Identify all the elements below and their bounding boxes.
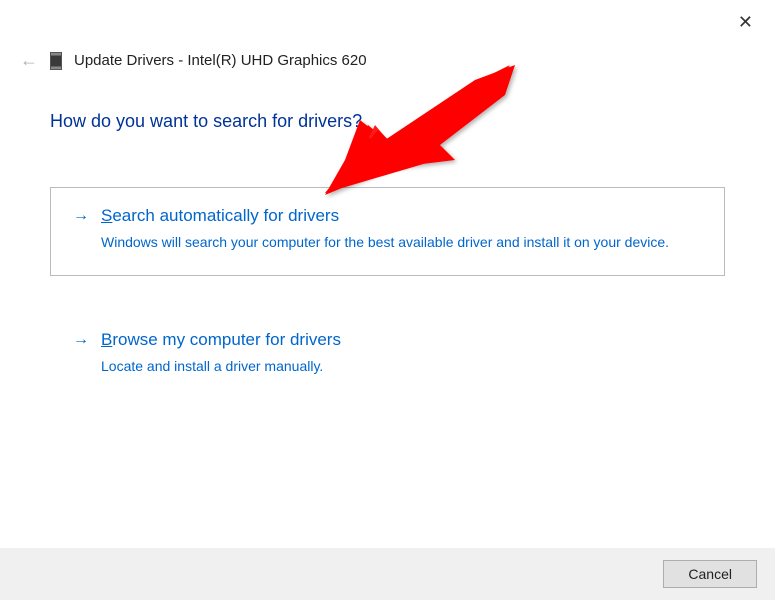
window-title: Update Drivers - Intel(R) UHD Graphics 6…: [74, 52, 367, 69]
footer-bar: Cancel: [0, 548, 775, 600]
option-description: Windows will search your computer for th…: [101, 232, 702, 253]
page-heading: How do you want to search for drivers?: [50, 111, 725, 132]
close-button[interactable]: ✕: [738, 12, 753, 33]
option-description: Locate and install a driver manually.: [101, 356, 702, 377]
arrow-right-icon: →: [73, 331, 89, 349]
window-header: ← Update Drivers - Intel(R) UHD Graphics…: [0, 0, 775, 71]
content-area: How do you want to search for drivers? →…: [0, 71, 775, 400]
arrow-right-icon: →: [73, 207, 89, 225]
option-header: → Search automatically for drivers: [73, 206, 702, 226]
option-header: → Browse my computer for drivers: [73, 330, 702, 350]
option-title: Browse my computer for drivers: [101, 330, 341, 350]
option-browse-computer[interactable]: → Browse my computer for drivers Locate …: [50, 311, 725, 400]
device-icon: [50, 52, 62, 70]
back-arrow-icon: ←: [20, 50, 38, 71]
option-search-automatically[interactable]: → Search automatically for drivers Windo…: [50, 187, 725, 276]
option-title: Search automatically for drivers: [101, 206, 339, 226]
cancel-button[interactable]: Cancel: [663, 560, 757, 588]
close-icon: ✕: [738, 12, 753, 32]
